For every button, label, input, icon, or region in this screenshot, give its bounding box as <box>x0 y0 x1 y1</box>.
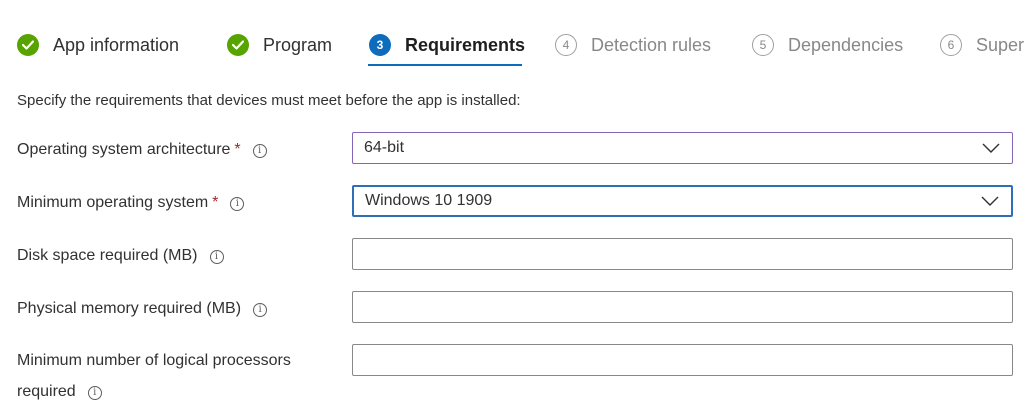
os-architecture-label: Operating system architecture * i <box>17 139 267 161</box>
dropdown-value: 64-bit <box>364 139 405 156</box>
wizard-steps: App information Program 3 Requirements 4… <box>0 0 1024 70</box>
logical-processors-input[interactable] <box>353 345 1012 375</box>
label-text: Disk space required (MB) <box>17 247 198 264</box>
step-supersedence[interactable]: 6 Super <box>940 32 1024 58</box>
physical-memory-input[interactable] <box>353 292 1012 322</box>
dropdown-value: Windows 10 1909 <box>365 192 493 209</box>
physical-memory-input-box <box>352 291 1013 323</box>
step-label: Detection rules <box>591 34 712 55</box>
step-number-badge: 3 <box>369 34 391 56</box>
disk-space-input[interactable] <box>353 239 1012 269</box>
required-marker: * <box>212 194 219 211</box>
step-label: Super <box>976 34 1024 55</box>
step-program[interactable]: Program <box>227 32 332 58</box>
step-number-badge: 4 <box>555 34 577 56</box>
required-marker: * <box>234 141 241 158</box>
label-text: Operating system architecture <box>17 141 231 158</box>
step-dependencies[interactable]: 5 Dependencies <box>752 32 903 58</box>
label-text-line1: Minimum number of logical processors <box>17 352 291 369</box>
chevron-down-icon <box>982 143 1000 153</box>
chevron-down-icon <box>981 196 999 206</box>
info-icon[interactable]: i <box>253 303 268 317</box>
info-icon[interactable]: i <box>252 144 267 158</box>
os-architecture-dropdown[interactable]: 64-bit <box>352 132 1013 164</box>
label-text: Minimum operating system <box>17 194 209 211</box>
step-detection-rules[interactable]: 4 Detection rules <box>555 32 711 58</box>
step-number-badge: 6 <box>940 34 962 56</box>
step-number-badge: 5 <box>752 34 774 56</box>
info-icon[interactable]: i <box>209 250 224 264</box>
step-label: App information <box>53 34 180 55</box>
disk-space-input-box <box>352 238 1013 270</box>
logical-processors-label: Minimum number of logical processors req… <box>17 350 291 403</box>
step-label: Dependencies <box>788 34 904 55</box>
step-app-information[interactable]: App information <box>17 32 179 58</box>
step-label: Requirements <box>405 34 526 55</box>
min-os-dropdown[interactable]: Windows 10 1909 <box>352 185 1013 217</box>
physical-memory-label: Physical memory required (MB) i <box>17 298 268 320</box>
form-description: Specify the requirements that devices mu… <box>17 92 521 109</box>
info-icon[interactable]: i <box>230 197 245 211</box>
step-requirements[interactable]: 3 Requirements <box>369 32 525 58</box>
logical-processors-input-box <box>352 344 1013 376</box>
label-text-line2: required <box>17 383 76 400</box>
min-os-label: Minimum operating system * i <box>17 192 245 214</box>
label-text: Physical memory required (MB) <box>17 300 242 317</box>
checkmark-icon <box>227 34 249 56</box>
step-label: Program <box>263 34 333 55</box>
checkmark-icon <box>17 34 39 56</box>
label-text-line2-wrap: required i <box>17 381 291 403</box>
disk-space-label: Disk space required (MB) i <box>17 245 224 267</box>
active-step-underline <box>368 64 522 66</box>
